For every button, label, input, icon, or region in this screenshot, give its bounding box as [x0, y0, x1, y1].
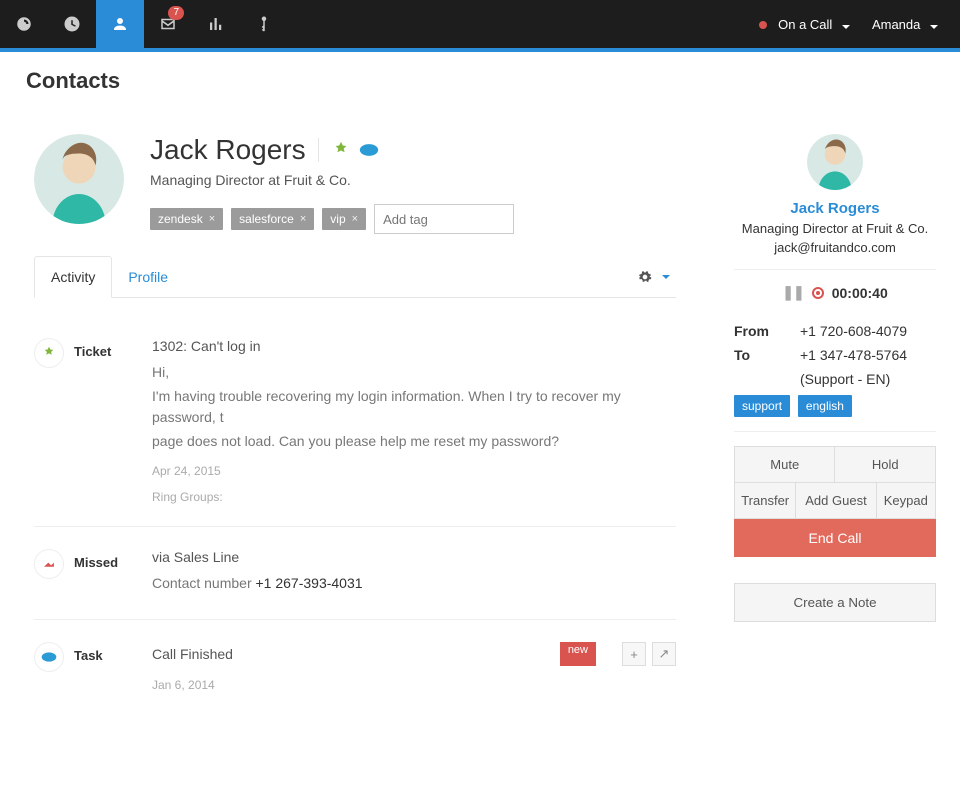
activity-type: Ticket — [74, 338, 111, 359]
create-note-button[interactable]: Create a Note — [734, 583, 936, 622]
nav-key-icon[interactable] — [240, 0, 288, 48]
activity-missed: Missed via Sales Line Contact number +1 … — [34, 526, 676, 619]
nav-inbox-icon[interactable]: 7 — [144, 0, 192, 48]
activity-task: Task Call Finished new + ↗ Jan 6, 2014 — [34, 619, 676, 714]
new-badge: new — [560, 642, 596, 666]
side-email: jack@fruitandco.com — [734, 240, 936, 255]
zendesk-icon — [34, 338, 64, 368]
tag-zendesk[interactable]: zendesk× — [150, 208, 223, 230]
zendesk-icon[interactable] — [331, 140, 351, 160]
tab-profile[interactable]: Profile — [112, 257, 184, 297]
salesforce-icon — [34, 642, 64, 672]
end-call-button[interactable]: End Call — [734, 519, 936, 557]
to-number: +1 347-478-5764 — [800, 347, 907, 363]
remove-tag-icon[interactable]: × — [300, 213, 306, 225]
call-panel: Jack Rogers Managing Director at Fruit &… — [720, 110, 950, 732]
settings-menu[interactable] — [632, 270, 676, 284]
ticket-title: 1302: Can't log in — [152, 338, 676, 354]
nav-contacts-icon[interactable] — [96, 0, 144, 48]
pill-support[interactable]: support — [734, 395, 790, 417]
gear-icon — [638, 270, 652, 284]
add-guest-button[interactable]: Add Guest — [796, 483, 876, 519]
call-controls: Mute Hold Transfer Add Guest Keypad — [734, 446, 936, 519]
task-title: Call Finished — [152, 646, 233, 662]
missed-number: +1 267-393-4031 — [256, 575, 363, 591]
page-title: Contacts — [0, 52, 960, 110]
activity-type: Task — [74, 642, 103, 663]
contact-avatar — [34, 134, 124, 224]
contact-subtitle: Managing Director at Fruit & Co. — [150, 172, 676, 188]
call-status[interactable]: On a Call — [759, 17, 850, 32]
tag-salesforce[interactable]: salesforce× — [231, 208, 314, 230]
status-dot-icon — [759, 21, 767, 29]
add-button[interactable]: + — [622, 642, 646, 666]
contact-name: Jack Rogers — [150, 134, 306, 166]
missed-via: via Sales Line — [152, 549, 676, 565]
task-date: Jan 6, 2014 — [152, 678, 676, 692]
nav-recent-icon[interactable] — [48, 0, 96, 48]
topbar: 7 On a Call Amanda — [0, 0, 960, 48]
hold-button[interactable]: Hold — [835, 447, 936, 483]
nav-stats-icon[interactable] — [192, 0, 240, 48]
mute-button[interactable]: Mute — [735, 447, 835, 483]
pause-icon[interactable]: ❚❚ — [782, 284, 803, 301]
chevron-down-icon — [842, 25, 850, 29]
inbox-badge: 7 — [168, 6, 184, 20]
chevron-down-icon — [662, 275, 670, 279]
call-timer: ❚❚ 00:00:40 — [734, 284, 936, 301]
pill-english[interactable]: english — [798, 395, 852, 417]
side-name[interactable]: Jack Rogers — [734, 200, 936, 217]
ring-groups: Ring Groups: — [152, 490, 676, 504]
to-ext: (Support - EN) — [800, 371, 890, 387]
share-button[interactable]: ↗ — [652, 642, 676, 666]
add-tag-input[interactable] — [374, 204, 514, 234]
side-avatar — [807, 134, 863, 190]
remove-tag-icon[interactable]: × — [209, 213, 215, 225]
remove-tag-icon[interactable]: × — [352, 213, 358, 225]
main-panel: Jack Rogers Managing Director at Fruit &… — [10, 110, 700, 732]
from-number: +1 720-608-4079 — [800, 323, 907, 339]
transfer-button[interactable]: Transfer — [735, 483, 796, 519]
nav-logo-icon[interactable] — [0, 0, 48, 48]
tab-activity[interactable]: Activity — [34, 256, 112, 298]
activity-type: Missed — [74, 549, 118, 570]
missed-call-icon — [34, 549, 64, 579]
activity-ticket: Ticket 1302: Can't log in Hi, I'm having… — [34, 316, 676, 526]
user-menu[interactable]: Amanda — [872, 17, 938, 32]
salesforce-icon[interactable] — [359, 140, 379, 160]
chevron-down-icon — [930, 25, 938, 29]
keypad-button[interactable]: Keypad — [876, 483, 935, 519]
record-icon[interactable] — [812, 287, 824, 299]
ticket-date: Apr 24, 2015 — [152, 464, 676, 478]
tabs: Activity Profile — [34, 256, 676, 298]
tags-row: zendesk× salesforce× vip× — [150, 204, 676, 234]
side-subtitle: Managing Director at Fruit & Co. — [734, 221, 936, 236]
tag-vip[interactable]: vip× — [322, 208, 366, 230]
